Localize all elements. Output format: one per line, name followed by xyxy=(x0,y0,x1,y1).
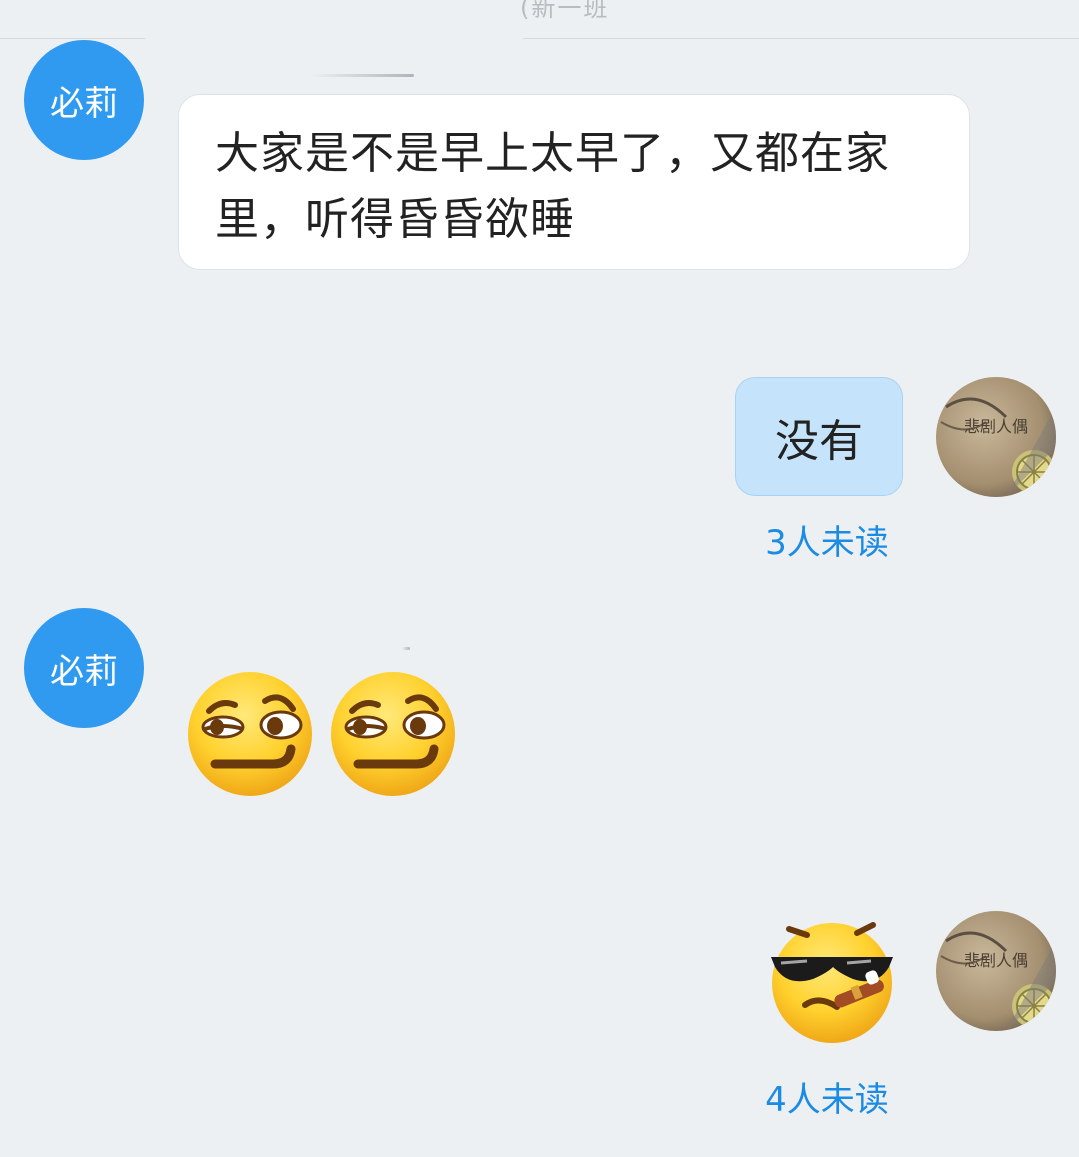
my-avatar[interactable]: 悲剧人偶 xyxy=(936,377,1056,497)
sender-name-redacted xyxy=(310,74,414,77)
cool-cigar-face-icon[interactable] xyxy=(767,915,897,1045)
unread-count-label[interactable]: 4人未读 xyxy=(727,1072,927,1121)
chat-title: (新一班 xyxy=(520,0,610,22)
outgoing-message-bubble[interactable]: 没有 xyxy=(735,377,903,496)
avatar-photo: 悲剧人偶 xyxy=(936,377,1056,497)
header-divider-gap xyxy=(145,30,523,50)
avatar-caption: 悲剧人偶 xyxy=(964,951,1028,970)
smirk-face-icon[interactable] xyxy=(328,669,458,799)
sender-avatar[interactable]: 必莉 xyxy=(24,40,144,160)
sender-avatar[interactable]: 必莉 xyxy=(24,608,144,728)
avatar-photo: 悲剧人偶 xyxy=(936,911,1056,1031)
avatar-caption: 悲剧人偶 xyxy=(964,417,1028,436)
sender-name-redacted xyxy=(402,647,410,650)
my-avatar[interactable]: 悲剧人偶 xyxy=(936,911,1056,1031)
incoming-message-bubble[interactable]: 大家是不是早上太早了，又都在家里，听得昏昏欲睡 xyxy=(178,94,970,270)
unread-count-label[interactable]: 3人未读 xyxy=(727,515,927,564)
smirk-face-icon[interactable] xyxy=(185,669,315,799)
